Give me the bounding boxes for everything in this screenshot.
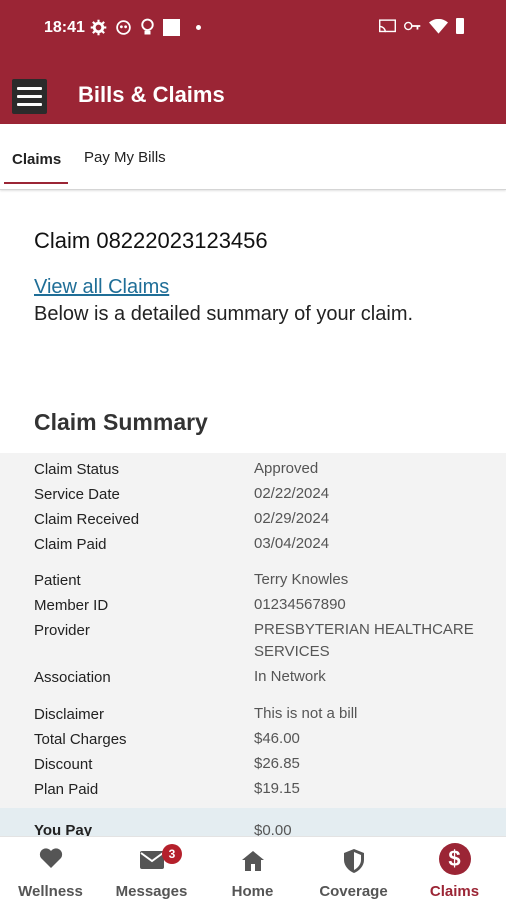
row-value: 01234567890 (254, 596, 346, 613)
claim-summary-panel: Claim Status Approved Service Date 02/22… (0, 453, 506, 808)
row-label: Patient (34, 572, 81, 589)
nav-messages[interactable]: 3 Messages (101, 837, 202, 900)
row-label: Association (34, 669, 111, 686)
nav-label: Claims (429, 883, 480, 900)
row-value: 02/29/2024 (254, 510, 330, 527)
bottom-nav: Wellness 3 Messages Home Coverage $ Clai… (0, 836, 506, 900)
heart-icon (39, 848, 62, 868)
shield-icon (343, 849, 364, 873)
dot-icon (196, 24, 201, 30)
row-value: This is not a bill (254, 705, 358, 722)
app-bar: Bills & Claims (0, 58, 506, 124)
nav-label: Coverage (319, 883, 388, 900)
tab-pay-my-bills[interactable]: Pay My Bills (84, 149, 166, 166)
claim-title: Claim 08222023123456 (34, 228, 268, 253)
hamburger-line (17, 103, 42, 106)
nav-home[interactable]: Home (202, 837, 303, 900)
settings-icon (90, 19, 107, 35)
row-label: Claim Paid (34, 536, 107, 553)
summary-title: Claim Summary (34, 409, 208, 435)
row-value: Terry Knowles (254, 571, 349, 588)
row-label: Disclaimer (34, 706, 105, 723)
nav-label: Messages (115, 883, 188, 900)
row-value: $26.85 (254, 755, 300, 772)
mail-icon (139, 851, 164, 869)
status-bar: 18:41 (0, 0, 506, 58)
square-icon (163, 18, 180, 36)
row-label: Provider (34, 622, 90, 639)
view-all-claims-link[interactable]: View all Claims (34, 276, 169, 299)
lightbulb-icon (141, 18, 154, 35)
row-label: Claim Received (34, 511, 140, 528)
row-label: Member ID (34, 597, 109, 614)
menu-button[interactable] (12, 79, 47, 114)
row-value: $46.00 (254, 730, 300, 747)
mask-icon (116, 19, 131, 35)
status-time: 18:41 (44, 19, 85, 36)
row-value: Approved (254, 460, 319, 477)
nav-label: Wellness (18, 883, 83, 900)
claim-subtitle: Below is a detailed summary of your clai… (34, 303, 414, 325)
nav-coverage[interactable]: Coverage (303, 837, 404, 900)
messages-badge: 3 (162, 844, 182, 864)
row-value: $19.15 (254, 780, 300, 797)
tab-claims[interactable]: Claims (12, 151, 61, 168)
row-label: Total Charges (34, 731, 127, 748)
hamburger-icon (17, 87, 42, 90)
key-icon (404, 21, 421, 31)
row-value: 02/22/2024 (254, 485, 330, 502)
hamburger-line (17, 95, 42, 98)
battery-icon (456, 18, 464, 34)
wifi-icon (429, 18, 448, 34)
tab-bar: Claims Pay My Bills (0, 124, 506, 190)
cast-icon (379, 18, 396, 32)
home-icon (241, 851, 264, 871)
row-label: Claim Status (34, 461, 120, 478)
dollar-icon: $ (438, 843, 471, 875)
page-title: Bills & Claims (78, 82, 225, 107)
row-label: Plan Paid (34, 781, 99, 798)
active-tab-indicator (4, 182, 68, 184)
row-value: PRESBYTERIAN HEALTHCARE SERVICES (254, 621, 474, 660)
you-pay-row: You Pay $0.00 (0, 808, 506, 839)
nav-label: Home (231, 883, 274, 900)
row-label: Service Date (34, 486, 120, 503)
status-icons-left (90, 18, 201, 36)
status-icons-right (379, 18, 464, 34)
nav-wellness[interactable]: Wellness (0, 837, 101, 900)
row-value: In Network (254, 668, 326, 685)
row-label: Discount (34, 756, 93, 773)
row-value: 03/04/2024 (254, 535, 330, 552)
nav-claims[interactable]: $ Claims (404, 837, 505, 900)
